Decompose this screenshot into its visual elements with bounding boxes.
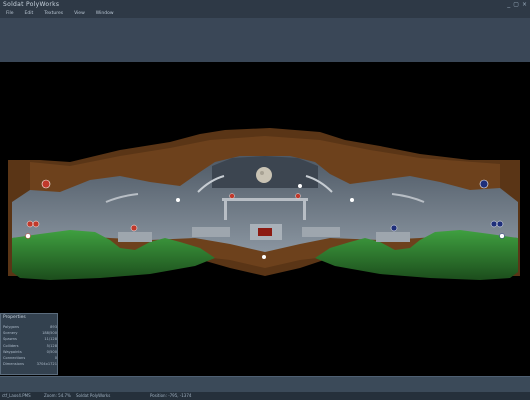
platform-right xyxy=(376,232,410,242)
status-position: Position: -795, -1374 xyxy=(150,393,192,398)
red-spawn-icon xyxy=(32,220,40,228)
platform-center-left xyxy=(192,227,230,237)
bunker-center xyxy=(258,228,272,236)
red-spawn-icon xyxy=(130,224,138,232)
status-bar: ctf_Laos4.PMS Zoom: 54.7% Soldat PolyWor… xyxy=(0,392,530,400)
maximize-button[interactable]: ▢ xyxy=(513,1,519,9)
property-label: Connections xyxy=(3,356,26,361)
spawn-icon xyxy=(295,193,301,199)
blue-spawn-icon xyxy=(499,233,505,239)
moon-crater xyxy=(260,171,264,175)
properties-title: Properties xyxy=(3,315,26,320)
menu-window[interactable]: Window xyxy=(90,10,119,18)
pillar-right xyxy=(303,198,306,220)
blue-spawn-icon xyxy=(490,220,498,228)
property-value: 188/500 xyxy=(42,330,57,335)
spawn-icon xyxy=(350,198,354,202)
menu-view[interactable]: View xyxy=(68,10,90,18)
red-spawn-icon xyxy=(26,220,34,228)
menu-file[interactable]: File xyxy=(0,10,19,18)
window-controls: _ ▢ × xyxy=(507,1,527,9)
property-value: 3704x1721 xyxy=(36,362,57,367)
bottom-panel xyxy=(0,376,530,393)
properties-list: Polygons 893 Scenery 188/500 Spawns 11/128 … xyxy=(3,324,57,368)
red-spawn-icon xyxy=(25,233,31,239)
map-canvas[interactable] xyxy=(0,62,530,376)
menu-bar: File Edit Textures View Window xyxy=(0,10,530,18)
spawn-icon xyxy=(176,198,180,202)
menu-textures[interactable]: Textures xyxy=(38,10,68,18)
property-value: 0 xyxy=(54,356,57,361)
menu-edit[interactable]: Edit xyxy=(19,10,39,18)
red-flag-icon xyxy=(41,179,51,189)
status-file: ctf_Laos4.PMS xyxy=(2,393,31,398)
property-label: Waypoints xyxy=(3,349,22,354)
minimize-button[interactable]: _ xyxy=(507,1,510,9)
platform-center-right xyxy=(302,227,340,237)
close-button[interactable]: × xyxy=(522,1,527,9)
blue-spawn-icon xyxy=(390,224,398,232)
platform-left xyxy=(118,232,152,242)
properties-panel: Properties Polygons 893 Scenery 188/500 Sp… xyxy=(0,313,58,375)
ledge-center-top xyxy=(222,198,308,201)
spawn-icon xyxy=(262,255,266,259)
title-bar: Soldat PolyWorks _ ▢ × xyxy=(0,0,530,10)
pillar-left xyxy=(224,198,227,220)
property-label: Polygons xyxy=(3,324,19,329)
blue-spawn-icon xyxy=(496,220,504,228)
status-zoom: Zoom: 54.7% xyxy=(44,393,71,398)
property-value: 893 xyxy=(50,324,57,329)
property-value: 0/500 xyxy=(46,349,57,354)
spawn-icon xyxy=(229,193,235,199)
blue-flag-icon xyxy=(479,179,489,189)
property-label: Spawns xyxy=(3,337,17,342)
app-title: Soldat PolyWorks xyxy=(3,1,60,8)
status-tool: Soldat PolyWorks xyxy=(76,393,111,398)
property-label: Colliders xyxy=(3,343,19,348)
moon-scenery xyxy=(256,167,272,183)
map-view xyxy=(8,128,520,280)
property-value: 5/128 xyxy=(46,343,57,348)
property-row: Dimensions 3704x1721 xyxy=(3,362,57,368)
property-label: Scenery xyxy=(3,330,18,335)
toolbar-area xyxy=(0,18,530,63)
property-label: Dimensions xyxy=(3,362,24,367)
spawn-icon xyxy=(298,184,302,188)
property-value: 11/128 xyxy=(44,337,57,342)
